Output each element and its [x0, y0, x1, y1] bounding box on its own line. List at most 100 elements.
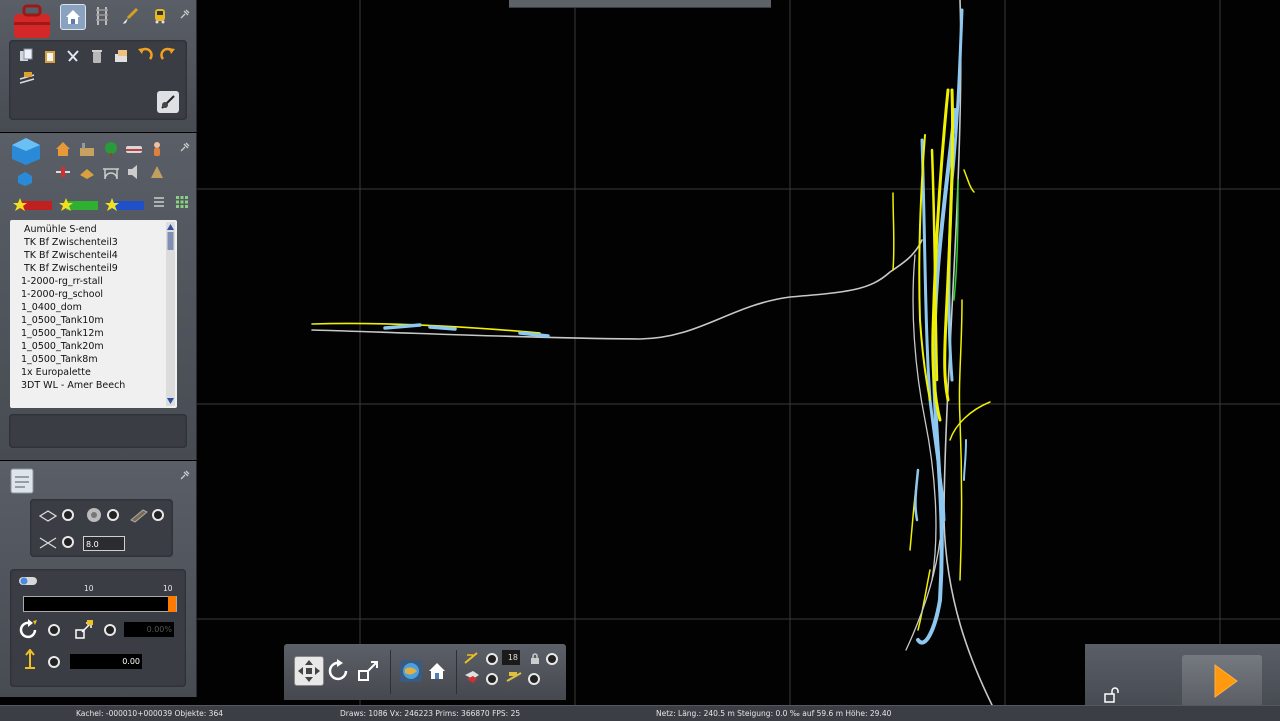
- rotation-value-field[interactable]: 0.00%: [124, 622, 174, 637]
- favorites-red-icon[interactable]: [12, 197, 54, 213]
- spacing-radio[interactable]: [62, 536, 74, 548]
- list-scrollbar[interactable]: [166, 222, 175, 406]
- object-preview-box: [9, 414, 187, 448]
- scale-slider[interactable]: [23, 596, 177, 612]
- layer-value-field[interactable]: 18: [502, 650, 520, 665]
- slider-min-label: 10: [84, 584, 94, 593]
- list-item[interactable]: 1_0500_Tank20m: [21, 341, 104, 354]
- ground-grid: [196, 0, 1280, 705]
- play-icon: [1214, 664, 1238, 698]
- list-item[interactable]: 1_0400_dom: [21, 302, 82, 315]
- list-item[interactable]: 1x Europalette: [21, 367, 91, 380]
- net-status: Netz: Läng.: 240.5 m Steigung: 0.0 ‰ auf…: [656, 709, 892, 718]
- home-camera-icon[interactable]: [426, 660, 448, 682]
- pin-icon[interactable]: [180, 4, 190, 19]
- favorites-blue-icon[interactable]: [104, 197, 146, 213]
- start-drive-button[interactable]: [1182, 655, 1262, 707]
- signal-object-icon[interactable]: [53, 162, 73, 182]
- misc-object-icon[interactable]: [147, 162, 167, 182]
- align-surface-radio[interactable]: [62, 509, 74, 521]
- placement-panel: 8.0 10 10 0.00% 0.00: [0, 461, 197, 697]
- track-mode-icon[interactable]: [92, 6, 112, 26]
- bridge-object-icon[interactable]: [101, 162, 121, 182]
- height-icon[interactable]: [20, 649, 40, 671]
- favorites-green-icon[interactable]: [58, 197, 100, 213]
- notepad-icon[interactable]: [6, 466, 38, 496]
- toolbar-divider: [456, 650, 457, 694]
- list-item[interactable]: 1_0500_Tank8m: [21, 354, 98, 367]
- slider-handle[interactable]: [168, 596, 176, 612]
- figure-object-icon[interactable]: [147, 139, 167, 159]
- small-cube-icon[interactable]: [14, 170, 36, 188]
- align-surface-icon: [38, 506, 58, 526]
- top-info-strip: [509, 0, 771, 8]
- train-camera-radio[interactable]: [486, 673, 498, 685]
- height-radio[interactable]: [48, 656, 60, 668]
- copy-icon[interactable]: [16, 46, 36, 66]
- object-list[interactable]: Aumühle S-end TK Bf Zwischenteil3 TK Bf …: [10, 220, 177, 408]
- zoom-view-icon[interactable]: [356, 658, 382, 684]
- slider-toggle-icon[interactable]: [17, 574, 39, 588]
- house-object-icon[interactable]: [53, 139, 73, 159]
- terrain-mode-icon[interactable]: [60, 4, 86, 30]
- lock-radio[interactable]: [546, 653, 558, 665]
- toolbox-icon[interactable]: [10, 2, 54, 40]
- rotate-icon[interactable]: [18, 619, 40, 641]
- align-center-radio[interactable]: [107, 509, 119, 521]
- grid-view-icon[interactable]: [174, 194, 190, 210]
- align-center-icon: [84, 505, 104, 525]
- industry-object-icon[interactable]: [77, 139, 97, 159]
- undo-icon[interactable]: [135, 45, 155, 65]
- cut-icon[interactable]: [63, 46, 83, 66]
- sound-object-icon[interactable]: [124, 162, 144, 182]
- delete-icon[interactable]: [87, 46, 107, 66]
- list-item[interactable]: TK Bf Zwischenteil9: [24, 263, 118, 276]
- list-item[interactable]: 1_0500_Tank12m: [21, 328, 104, 341]
- pin-icon[interactable]: [180, 137, 190, 152]
- track-tool-icon[interactable]: [17, 68, 37, 88]
- unlock-icon[interactable]: [1102, 686, 1124, 704]
- render-status: Draws: 1086 Vx: 246223 Prims: 366870 FPS…: [340, 709, 521, 718]
- train-camera-icon[interactable]: [462, 668, 482, 686]
- status-bar: Kachel: -000010+000039 Objekte: 364 Draw…: [0, 705, 1280, 721]
- list-view-icon[interactable]: [151, 194, 167, 210]
- lock-small-icon[interactable]: [528, 652, 542, 666]
- paste-icon[interactable]: [40, 46, 60, 66]
- redo-icon[interactable]: [158, 45, 178, 65]
- globe-camera-icon[interactable]: [398, 658, 424, 684]
- rotate-radio[interactable]: [48, 624, 60, 636]
- toolbar-divider: [390, 650, 391, 694]
- tree-object-icon[interactable]: [101, 139, 121, 159]
- slider-max-label: 10: [163, 584, 173, 593]
- spacing-input[interactable]: 8.0: [83, 536, 125, 551]
- list-item[interactable]: Aumühle S-end: [24, 224, 97, 237]
- camera-view-icon[interactable]: [157, 91, 179, 113]
- height-value-field[interactable]: 0.00: [70, 654, 142, 669]
- scale-radio[interactable]: [104, 624, 116, 636]
- pin-icon[interactable]: [180, 465, 190, 480]
- layer-radio[interactable]: [486, 653, 498, 665]
- list-item[interactable]: 1-2000-rg_rr-stall: [21, 276, 103, 289]
- rotate-view-icon[interactable]: [326, 658, 352, 684]
- signal-camera-icon[interactable]: [504, 668, 524, 686]
- platform-object-icon[interactable]: [77, 162, 97, 182]
- list-item[interactable]: 3DT WL - Amer Beech: [21, 380, 125, 393]
- list-item[interactable]: 1_0500_Tank10m: [21, 315, 104, 328]
- list-item[interactable]: 1-2000-rg_school: [21, 289, 103, 302]
- signal-camera-radio[interactable]: [528, 673, 540, 685]
- navigation-toolbar: 18: [284, 644, 566, 700]
- train-mode-icon[interactable]: [150, 6, 170, 26]
- list-item[interactable]: TK Bf Zwischenteil4: [24, 250, 118, 263]
- align-track-icon: [129, 505, 149, 525]
- align-track-radio[interactable]: [152, 509, 164, 521]
- properties-icon[interactable]: [111, 46, 131, 66]
- spacing-icon: [38, 533, 58, 553]
- vehicle-object-icon[interactable]: [124, 139, 144, 159]
- move-view-icon[interactable]: [294, 656, 324, 686]
- paint-brush-icon[interactable]: [120, 6, 140, 26]
- object-cube-icon[interactable]: [9, 136, 43, 166]
- main-tools-panel: [0, 0, 197, 132]
- tile-status: Kachel: -000010+000039 Objekte: 364: [76, 709, 223, 718]
- list-item[interactable]: TK Bf Zwischenteil3: [24, 237, 118, 250]
- scale-icon[interactable]: [74, 619, 96, 641]
